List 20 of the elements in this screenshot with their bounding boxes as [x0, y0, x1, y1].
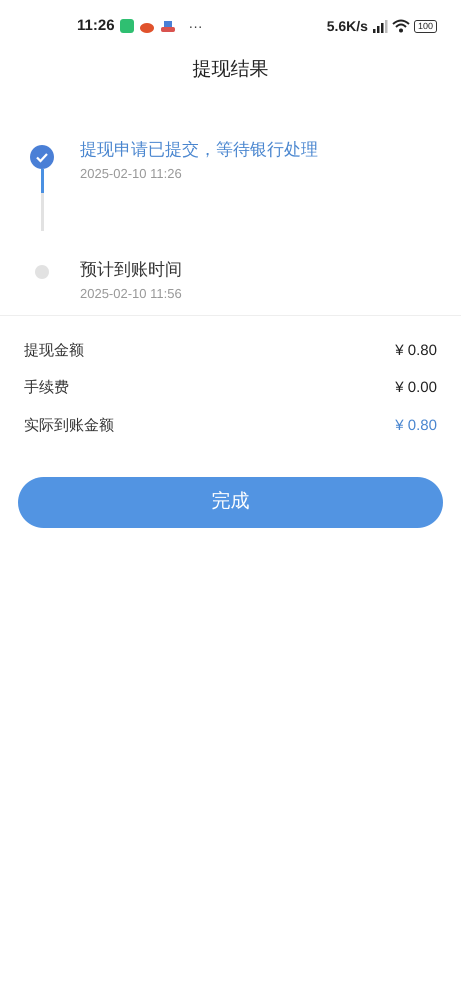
amount-value: ¥ 0.00 [395, 378, 437, 398]
amount-label: 提现金额 [24, 340, 84, 360]
step-time: 2025-02-10 11:26 [80, 165, 183, 183]
amount-value: ¥ 0.80 [395, 416, 437, 436]
signal-icon [372, 20, 388, 32]
page-title: 提现结果 [192, 58, 270, 82]
step-title: 预计到账时间 [80, 258, 182, 280]
step-title: 提现申请已提交，等待银行处理 [80, 138, 318, 160]
app-notification-icon [160, 19, 176, 33]
wifi-icon [392, 19, 410, 33]
amount-value: ¥ 0.80 [395, 340, 437, 360]
step-time: 2025-02-10 11:56 [80, 285, 182, 303]
status-time: 11:26 [77, 16, 115, 36]
network-speed: 5.6K/s [326, 16, 368, 36]
done-button[interactable]: 完成 [18, 477, 443, 528]
battery-indicator: 100 [414, 20, 437, 32]
more-notifications: ··· [188, 16, 203, 36]
app-notification-icon [120, 19, 134, 33]
amount-label: 实际到账金额 [24, 416, 114, 436]
amount-label: 手续费 [24, 378, 69, 398]
